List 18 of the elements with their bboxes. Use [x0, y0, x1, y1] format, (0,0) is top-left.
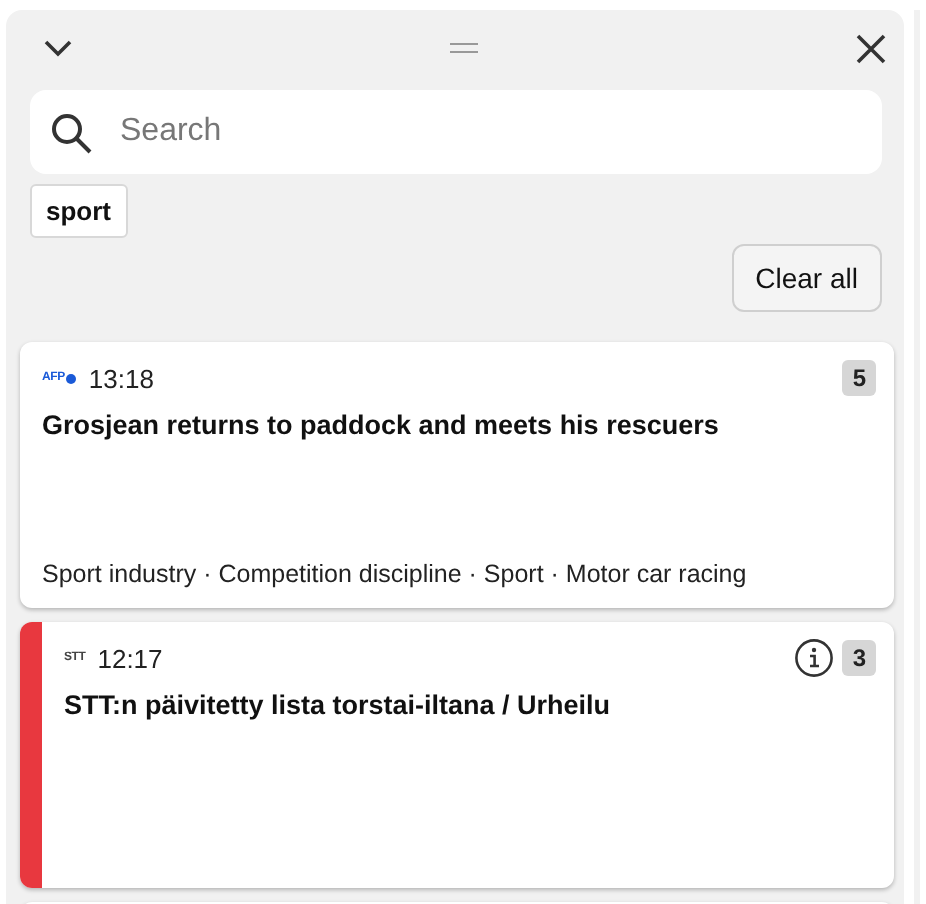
drag-handle-icon[interactable] [450, 42, 478, 54]
version-count: 3 [842, 640, 876, 676]
clear-all-button[interactable]: Clear all [731, 244, 882, 312]
filter-tag[interactable]: sport [30, 184, 127, 238]
search-field[interactable]: Search [30, 90, 882, 174]
news-headline: STT:n päivitetty lista torstai-iltana / Urheilu [64, 690, 613, 720]
news-time: 12:17 [97, 643, 163, 673]
collapse-button[interactable] [44, 39, 72, 57]
chevron-down-icon [44, 39, 72, 57]
news-time: 13:18 [88, 363, 154, 393]
search-input[interactable]: Search [116, 112, 862, 152]
news-headline: Grosjean returns to paddock and meets his rescuers [42, 410, 721, 440]
version-count: 5 [842, 360, 876, 396]
info-icon[interactable] [794, 638, 835, 678]
search-icon [50, 111, 92, 153]
close-button[interactable] [856, 33, 886, 63]
news-subjects: Sport industry · Competition discipline · Sport · Motor car racing [42, 560, 749, 588]
close-icon [856, 33, 886, 63]
